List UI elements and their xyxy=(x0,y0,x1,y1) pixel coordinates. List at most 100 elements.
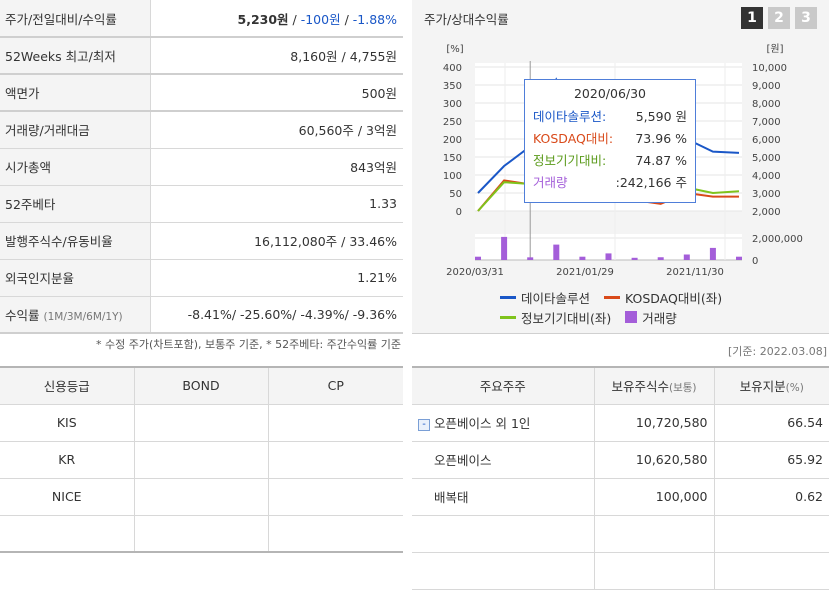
tooltip-date: 2020/06/30 xyxy=(573,86,647,101)
left-tick-label: 400 xyxy=(443,63,462,74)
x-tick-label: 2020/03/31 xyxy=(446,267,504,278)
volume-bar xyxy=(709,247,716,260)
holder-name: 배복태 xyxy=(412,478,595,516)
holders-header-pct-sub: (%) xyxy=(785,382,804,395)
volume-bar xyxy=(553,244,560,260)
credit-cp xyxy=(268,441,403,479)
holder-empty xyxy=(714,515,829,553)
table-row: - 오픈베이스 외 1인 10,720,580 66.54 xyxy=(412,404,829,442)
legend-box-icon xyxy=(625,311,638,323)
credit-agency xyxy=(0,515,135,553)
credit-bond xyxy=(134,441,269,479)
credit-header-cp: CP xyxy=(268,367,403,405)
table-row: 오픈베이스 10,620,580 65.92 xyxy=(412,441,829,479)
table-row: NICE xyxy=(0,478,403,516)
left-tick-label: 350 xyxy=(443,81,462,92)
credit-agency: KR xyxy=(0,441,135,479)
stock-chart[interactable]: [%] [원] 400 350 300 250 200 150 100 50 0 10,000 9,00… xyxy=(0,0,829,334)
holders-header-shares: 보유주식수(보통) xyxy=(594,367,715,405)
right-tick-label: 8,000 xyxy=(752,99,781,110)
tooltip-row: 거래량 :242,166 주 xyxy=(533,172,687,194)
volume-bar xyxy=(631,257,638,260)
volume-bar xyxy=(605,253,612,260)
holders-header-shares-sub: (보통) xyxy=(669,382,697,395)
tooltip-value: 74.87 % xyxy=(635,153,687,168)
left-tick-label: 300 xyxy=(443,99,462,110)
left-axis-unit: [%] xyxy=(446,44,463,55)
credit-cp xyxy=(268,478,403,516)
volume-bar xyxy=(736,256,742,260)
holder-empty xyxy=(594,552,715,590)
tooltip-row: 정보기기대비: 74.87 % xyxy=(533,150,687,172)
volume-bar xyxy=(579,256,586,260)
volume-bar xyxy=(475,256,481,260)
footnote: * 수정 주가(차트포함), 보통주 기준, * 52주베타: 주간수익률 기준 xyxy=(95,338,401,351)
basis-date: [기준: 2022.03.08] xyxy=(727,345,827,358)
volume-tick-label: 0 xyxy=(752,256,758,267)
right-tick-label: 9,000 xyxy=(752,81,781,92)
left-tick-label: 200 xyxy=(443,135,462,146)
credit-cp xyxy=(268,404,403,442)
holder-pct: 0.62 xyxy=(714,478,829,516)
left-tick-label: 0 xyxy=(456,207,462,218)
table-row xyxy=(412,515,829,553)
credit-bond xyxy=(134,478,269,516)
left-tick-label: 100 xyxy=(443,171,462,182)
credit-cp xyxy=(268,515,403,553)
volume-bar xyxy=(527,257,534,260)
tooltip-row: 데이타솔루션: 5,590 원 xyxy=(533,106,687,128)
table-row: KR xyxy=(0,441,403,479)
holder-empty xyxy=(412,515,595,553)
tooltip-label: 거래량 xyxy=(533,175,568,190)
table-row: KIS xyxy=(0,404,403,442)
credit-bond xyxy=(134,404,269,442)
chart-legend: 데이타솔루션 KOSDAQ대비(좌) 정보기기대비(좌) 거래량 xyxy=(500,287,722,327)
x-tick-label: 2021/11/30 xyxy=(666,267,724,278)
holders-header-pct-text: 보유지분 xyxy=(739,379,786,395)
holders-header-pct: 보유지분(%) xyxy=(714,367,829,405)
collapse-icon[interactable]: - xyxy=(418,418,430,431)
shareholders-table: 주요주주 보유주식수(보통) 보유지분(%) - 오픈베이스 외 1인 10,72… xyxy=(412,366,829,590)
legend-label: 거래량 xyxy=(642,310,677,326)
credit-bond xyxy=(134,515,269,553)
table-row: 배복태 100,000 0.62 xyxy=(412,478,829,516)
chart-tooltip: 2020/06/30 데이타솔루션: 5,590 원 KOSDAQ대비: 73.96… xyxy=(524,79,696,203)
credit-header-rating: 신용등급 xyxy=(0,367,135,405)
legend-item[interactable]: 데이타솔루션 xyxy=(500,288,590,307)
legend-line-icon xyxy=(604,295,621,299)
volume-bar xyxy=(501,236,508,260)
right-tick-label: 7,000 xyxy=(752,117,781,128)
holder-name: - 오픈베이스 외 1인 xyxy=(412,404,595,442)
volume-bar xyxy=(683,254,690,260)
tooltip-value: 73.96 % xyxy=(635,131,687,146)
holders-header-shares-text: 보유주식수 xyxy=(611,379,669,395)
right-axis-unit: [원] xyxy=(766,43,783,55)
legend-line-icon xyxy=(500,295,516,299)
credit-header-bond: BOND xyxy=(134,367,269,405)
tooltip-value: :242,166 주 xyxy=(615,175,687,190)
right-tick-label: 3,000 xyxy=(752,189,781,200)
holder-name-text: 오픈베이스 외 1인 xyxy=(434,416,531,431)
credit-agency: NICE xyxy=(0,478,135,516)
legend-item[interactable]: KOSDAQ대비(좌) xyxy=(604,288,722,307)
right-tick-label: 10,000 xyxy=(752,63,787,74)
holder-pct: 65.92 xyxy=(714,441,829,479)
legend-item[interactable]: 정보기기대비(좌) xyxy=(500,308,611,327)
left-tick-label: 150 xyxy=(443,153,462,164)
table-row xyxy=(0,515,403,553)
x-tick-label: 2021/01/29 xyxy=(556,267,614,278)
right-tick-label: 6,000 xyxy=(752,135,781,146)
holder-shares: 100,000 xyxy=(594,478,715,516)
left-tick-label: 250 xyxy=(443,117,462,128)
legend-label: 데이타솔루션 xyxy=(521,290,591,306)
holder-shares: 10,720,580 xyxy=(594,404,715,442)
credit-agency: KIS xyxy=(0,404,135,442)
tooltip-label: 정보기기대비: xyxy=(533,153,607,168)
holders-header-name: 주요주주 xyxy=(412,367,595,405)
volume-bar xyxy=(657,257,664,260)
legend-item[interactable]: 거래량 xyxy=(625,308,677,327)
credit-rating-table: 신용등급 BOND CP KIS KR NICE xyxy=(0,366,403,553)
tooltip-row: KOSDAQ대비: 73.96 % xyxy=(533,128,687,150)
left-tick-label: 50 xyxy=(449,189,462,200)
legend-line-icon xyxy=(500,315,516,319)
